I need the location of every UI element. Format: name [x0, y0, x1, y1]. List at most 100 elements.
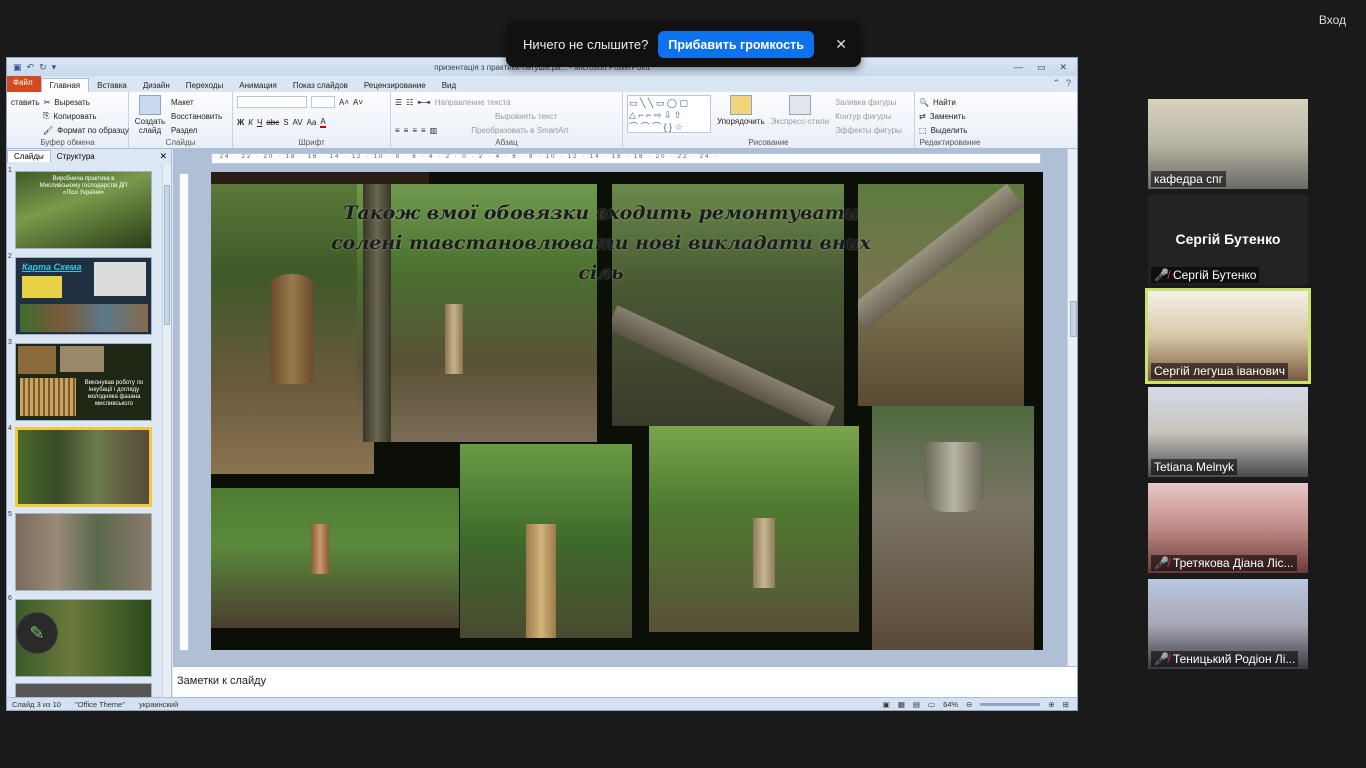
layout-button[interactable]: Макет: [171, 98, 194, 107]
pencil-icon[interactable]: ✎: [16, 612, 58, 654]
char-spacing-button[interactable]: AV: [293, 118, 303, 127]
slide-photo-log-2[interactable]: [858, 184, 1024, 406]
slide-thumbnail-3[interactable]: Виконував роботу по інкубації і догляду …: [15, 343, 152, 421]
close-pane-icon[interactable]: ✕: [159, 151, 167, 162]
slide-photo-salt-post[interactable]: [211, 488, 459, 628]
tab-view[interactable]: Вид: [434, 79, 464, 92]
increase-volume-button[interactable]: Прибавить громкость: [658, 31, 814, 58]
tab-slideshow[interactable]: Показ слайдов: [285, 79, 356, 92]
participant-tile-6[interactable]: 🎤̸ Теницький Родіон Лі...: [1148, 579, 1308, 669]
copy-button[interactable]: Копировать: [53, 112, 96, 121]
current-slide[interactable]: Також вмої обовязки входить ремонтувати …: [211, 172, 1043, 650]
replace-button[interactable]: Заменить: [930, 112, 966, 121]
zoom-in-icon[interactable]: ⊕: [1048, 700, 1054, 709]
tab-design[interactable]: Дизайн: [135, 79, 178, 92]
arrange-button[interactable]: Упорядочить: [717, 95, 765, 137]
columns-icon[interactable]: ▥: [430, 126, 438, 135]
align-center-icon[interactable]: ≡: [404, 126, 409, 135]
notes-pane[interactable]: Заметки к слайду: [173, 666, 1077, 699]
reading-view-icon[interactable]: ▤: [913, 700, 920, 709]
font-size-select[interactable]: [311, 96, 335, 108]
paste-button[interactable]: ставить: [11, 98, 40, 107]
scrollbar-thumb[interactable]: [1070, 301, 1077, 337]
format-painter-button[interactable]: Формат по образцу: [57, 126, 129, 135]
close-icon[interactable]: ✕: [835, 36, 847, 53]
fit-slide-icon[interactable]: ⊞: [1063, 700, 1069, 709]
slides-pane-scrollbar[interactable]: [162, 165, 171, 697]
shapes-gallery[interactable]: ▭ ╲ ╲ ▭ ◯ ▢ △ ⌐ ⌐ ⇨ ⇩ ⇧ ⌒ ⌒ ⌒ { } ☆: [627, 95, 711, 133]
zoom-out-icon[interactable]: ⊖: [966, 700, 972, 709]
post-shape: [311, 524, 329, 574]
font-color-button[interactable]: A: [320, 117, 326, 128]
slide-title[interactable]: Також вмої обовязки входить ремонтувати …: [321, 198, 881, 288]
find-button[interactable]: Найти: [933, 98, 956, 107]
tab-transitions[interactable]: Переходы: [178, 79, 232, 92]
slide-thumbnail-4-selected[interactable]: [15, 427, 152, 507]
underline-button[interactable]: Ч: [257, 118, 262, 127]
tab-outline[interactable]: Структура: [51, 151, 101, 162]
participant-name: Третякова Діана Ліс...: [1172, 556, 1294, 570]
slide-scrollbar[interactable]: [1067, 149, 1077, 666]
slide-thumbnail-1[interactable]: Виробнича практика в Мисливському господ…: [15, 171, 152, 249]
numbering-icon[interactable]: ☷: [406, 98, 413, 107]
tab-review[interactable]: Рецензирование: [356, 79, 434, 92]
font-family-select[interactable]: [237, 96, 307, 108]
indent-icon[interactable]: ⇤⇥: [417, 98, 430, 107]
cut-button[interactable]: Вырезать: [54, 98, 90, 107]
new-slide-button[interactable]: Создать слайд: [133, 95, 167, 137]
align-right-icon[interactable]: ≡: [412, 126, 417, 135]
participant-name: Tetiana Melnyk: [1151, 459, 1238, 475]
section-button[interactable]: Раздел: [171, 126, 197, 135]
zoom-slider[interactable]: [980, 702, 1041, 706]
tab-insert[interactable]: Вставка: [89, 79, 135, 92]
arrange-icon: [729, 95, 752, 115]
slideshow-view-icon[interactable]: ▭: [928, 700, 935, 709]
participant-tile-5[interactable]: 🎤̸ Третякова Діана Ліс...: [1148, 483, 1308, 573]
quick-styles-button[interactable]: Экспресс-стили: [771, 95, 829, 137]
normal-view-icon[interactable]: ▣: [883, 700, 890, 709]
slide-thumbnail-5[interactable]: [15, 513, 152, 591]
group-name-editing: Редактирование: [919, 138, 981, 147]
help-icon[interactable]: ?: [1066, 78, 1071, 89]
shrink-font-icon[interactable]: A˅: [353, 98, 363, 107]
slide-thumbnail-2[interactable]: Карта Схема: [15, 257, 152, 335]
text-direction-button[interactable]: Направление текста: [435, 98, 511, 107]
collapse-ribbon-icon[interactable]: ⌃: [1052, 78, 1060, 89]
sorter-view-icon[interactable]: ▦: [898, 700, 905, 709]
smartart-button[interactable]: Преобразовать в SmartArt: [471, 126, 568, 135]
bold-button[interactable]: Ж: [237, 118, 244, 127]
tab-slides[interactable]: Слайды: [7, 150, 51, 162]
slide-photo-post-3[interactable]: [649, 426, 859, 632]
banner-message: Ничего не слышите?: [523, 37, 649, 52]
change-case-button[interactable]: Aa: [307, 118, 317, 127]
strike-button[interactable]: abc: [266, 118, 279, 127]
participant-tile-4[interactable]: Tetiana Melnyk: [1148, 387, 1308, 477]
tab-file[interactable]: Файл: [7, 76, 41, 92]
participant-tile-2[interactable]: Сергій Бутенко 🎤̸ Сергій Бутенко: [1148, 195, 1308, 285]
select-button[interactable]: Выделить: [931, 126, 968, 135]
scrollbar-thumb[interactable]: [164, 185, 170, 325]
tab-home[interactable]: Главная: [40, 78, 90, 92]
reset-button[interactable]: Восстановить: [171, 112, 222, 121]
align-text-button[interactable]: Выровнять текст: [495, 112, 557, 121]
minimize-icon[interactable]: —: [1014, 62, 1023, 73]
tab-animation[interactable]: Анимация: [231, 79, 285, 92]
shape-effects-button[interactable]: Эффекты фигуры: [835, 126, 902, 135]
participant-tile-1[interactable]: кафедра спг: [1148, 99, 1308, 189]
participant-tile-3-active-speaker[interactable]: Сергій легуша іванович: [1145, 288, 1311, 384]
shape-fill-button[interactable]: Заливка фигуры: [835, 98, 896, 107]
maximize-icon[interactable]: ▭: [1037, 62, 1046, 73]
zoom-level[interactable]: 64%: [943, 700, 958, 709]
shadow-button[interactable]: S: [283, 118, 288, 127]
language[interactable]: украинский: [139, 700, 178, 709]
justify-icon[interactable]: ≡: [421, 126, 426, 135]
slide-photo-old-stump[interactable]: [872, 406, 1034, 650]
shape-outline-button[interactable]: Контур фигуры: [835, 112, 891, 121]
bullets-icon[interactable]: ☰: [395, 98, 402, 107]
slide-photo-tall-post[interactable]: [460, 444, 632, 638]
italic-button[interactable]: К: [248, 118, 253, 127]
close-window-icon[interactable]: ✕: [1059, 62, 1067, 73]
login-button[interactable]: Вход: [1313, 10, 1352, 32]
grow-font-icon[interactable]: A˄: [339, 98, 349, 107]
align-left-icon[interactable]: ≡: [395, 126, 400, 135]
